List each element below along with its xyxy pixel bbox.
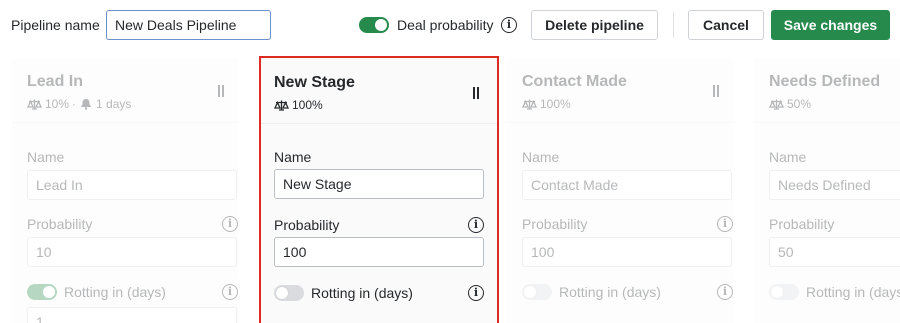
info-icon[interactable]: i (468, 217, 484, 233)
info-icon[interactable]: i (222, 284, 238, 300)
stage-name-input[interactable]: Contact Made (522, 170, 732, 200)
stage-meta: 50% (769, 97, 811, 111)
stage-title: Needs Defined (769, 73, 881, 90)
stage-header: Lead In 10% · 1 days (12, 58, 238, 123)
stage-probability: 100% (292, 98, 323, 112)
stage-meta: 10% · 1 days (27, 97, 131, 111)
stage-title: New Stage (274, 74, 355, 91)
rotting-label: Rotting in (days) (64, 284, 166, 300)
stage-probability-input[interactable]: 50 (769, 237, 900, 267)
stage-probability-input[interactable]: 10 (27, 237, 237, 267)
name-label: Name (522, 149, 560, 165)
rotting-label: Rotting in (days) (559, 284, 661, 300)
scale-icon (27, 99, 42, 110)
save-changes-button[interactable]: Save changes (771, 10, 890, 40)
rotting-toggle[interactable] (274, 285, 304, 301)
meta-separator: · (72, 97, 77, 111)
rotting-toggle[interactable] (769, 284, 799, 300)
stage-probability-input[interactable]: 100 (522, 237, 732, 267)
info-icon[interactable]: i (501, 17, 517, 33)
info-icon[interactable]: i (717, 284, 733, 300)
stage-header: Needs Defined 50% (754, 58, 900, 123)
drag-handle-icon[interactable] (473, 87, 479, 99)
pipeline-toolbar: Pipeline name Deal probability i Delete … (0, 0, 900, 50)
pipeline-name-input[interactable] (106, 10, 271, 40)
rotting-label: Rotting in (days) (311, 285, 413, 301)
stage-probability-input[interactable]: 100 (274, 237, 484, 267)
stage-column-needs-defined: Needs Defined 50% Name Needs Defined Pro… (754, 58, 900, 323)
drag-handle-icon[interactable] (713, 85, 719, 97)
stage-name-input[interactable]: Needs Defined (769, 170, 900, 200)
name-label: Name (274, 149, 312, 165)
scale-icon (522, 99, 537, 110)
stage-header: Contact Made 100% (507, 58, 733, 123)
stage-rotting-days: 1 days (96, 97, 132, 111)
probability-label: Probability (522, 216, 588, 232)
rotting-label: Rotting in (days) (806, 284, 900, 300)
stage-name-input[interactable]: Lead In (27, 170, 237, 200)
rotting-toggle[interactable] (27, 284, 57, 300)
probability-label: Probability (769, 216, 835, 232)
info-icon[interactable]: i (717, 216, 733, 232)
info-icon[interactable]: i (468, 285, 484, 301)
stage-column-contact-made: Contact Made 100% Name Contact Made Prob… (507, 58, 733, 323)
name-label: Name (27, 149, 65, 165)
toolbar-divider (673, 12, 674, 38)
rotting-icon (81, 99, 92, 110)
stage-title: Contact Made (522, 73, 627, 90)
probability-label: Probability (27, 216, 93, 232)
probability-label: Probability (274, 217, 340, 233)
stage-meta: 100% (274, 98, 323, 112)
rotting-toggle[interactable] (522, 284, 552, 300)
stage-meta: 100% (522, 97, 571, 111)
scale-icon (274, 100, 289, 111)
drag-handle-icon[interactable] (218, 85, 224, 97)
name-label: Name (769, 149, 807, 165)
rotting-days-input[interactable]: 1 (27, 307, 237, 323)
deal-probability-toggle[interactable] (359, 17, 389, 33)
scale-icon (769, 99, 784, 110)
stage-probability: 50% (787, 97, 812, 111)
info-icon[interactable]: i (222, 216, 238, 232)
stage-probability: 10% (45, 97, 70, 111)
deal-probability-label: Deal probability (397, 17, 494, 33)
stage-column-new-stage: New Stage 100% Name New Stage Probabilit… (259, 56, 499, 323)
stage-name-input[interactable]: New Stage (274, 169, 484, 199)
stage-column-lead-in: Lead In 10% · 1 days Name Lead In Probab… (12, 58, 238, 323)
stage-header: New Stage 100% (261, 58, 497, 124)
cancel-button[interactable]: Cancel (688, 10, 764, 40)
delete-pipeline-button[interactable]: Delete pipeline (531, 10, 658, 40)
pipeline-name-label: Pipeline name (11, 17, 100, 33)
stage-title: Lead In (27, 73, 84, 90)
stage-probability: 100% (540, 97, 571, 111)
